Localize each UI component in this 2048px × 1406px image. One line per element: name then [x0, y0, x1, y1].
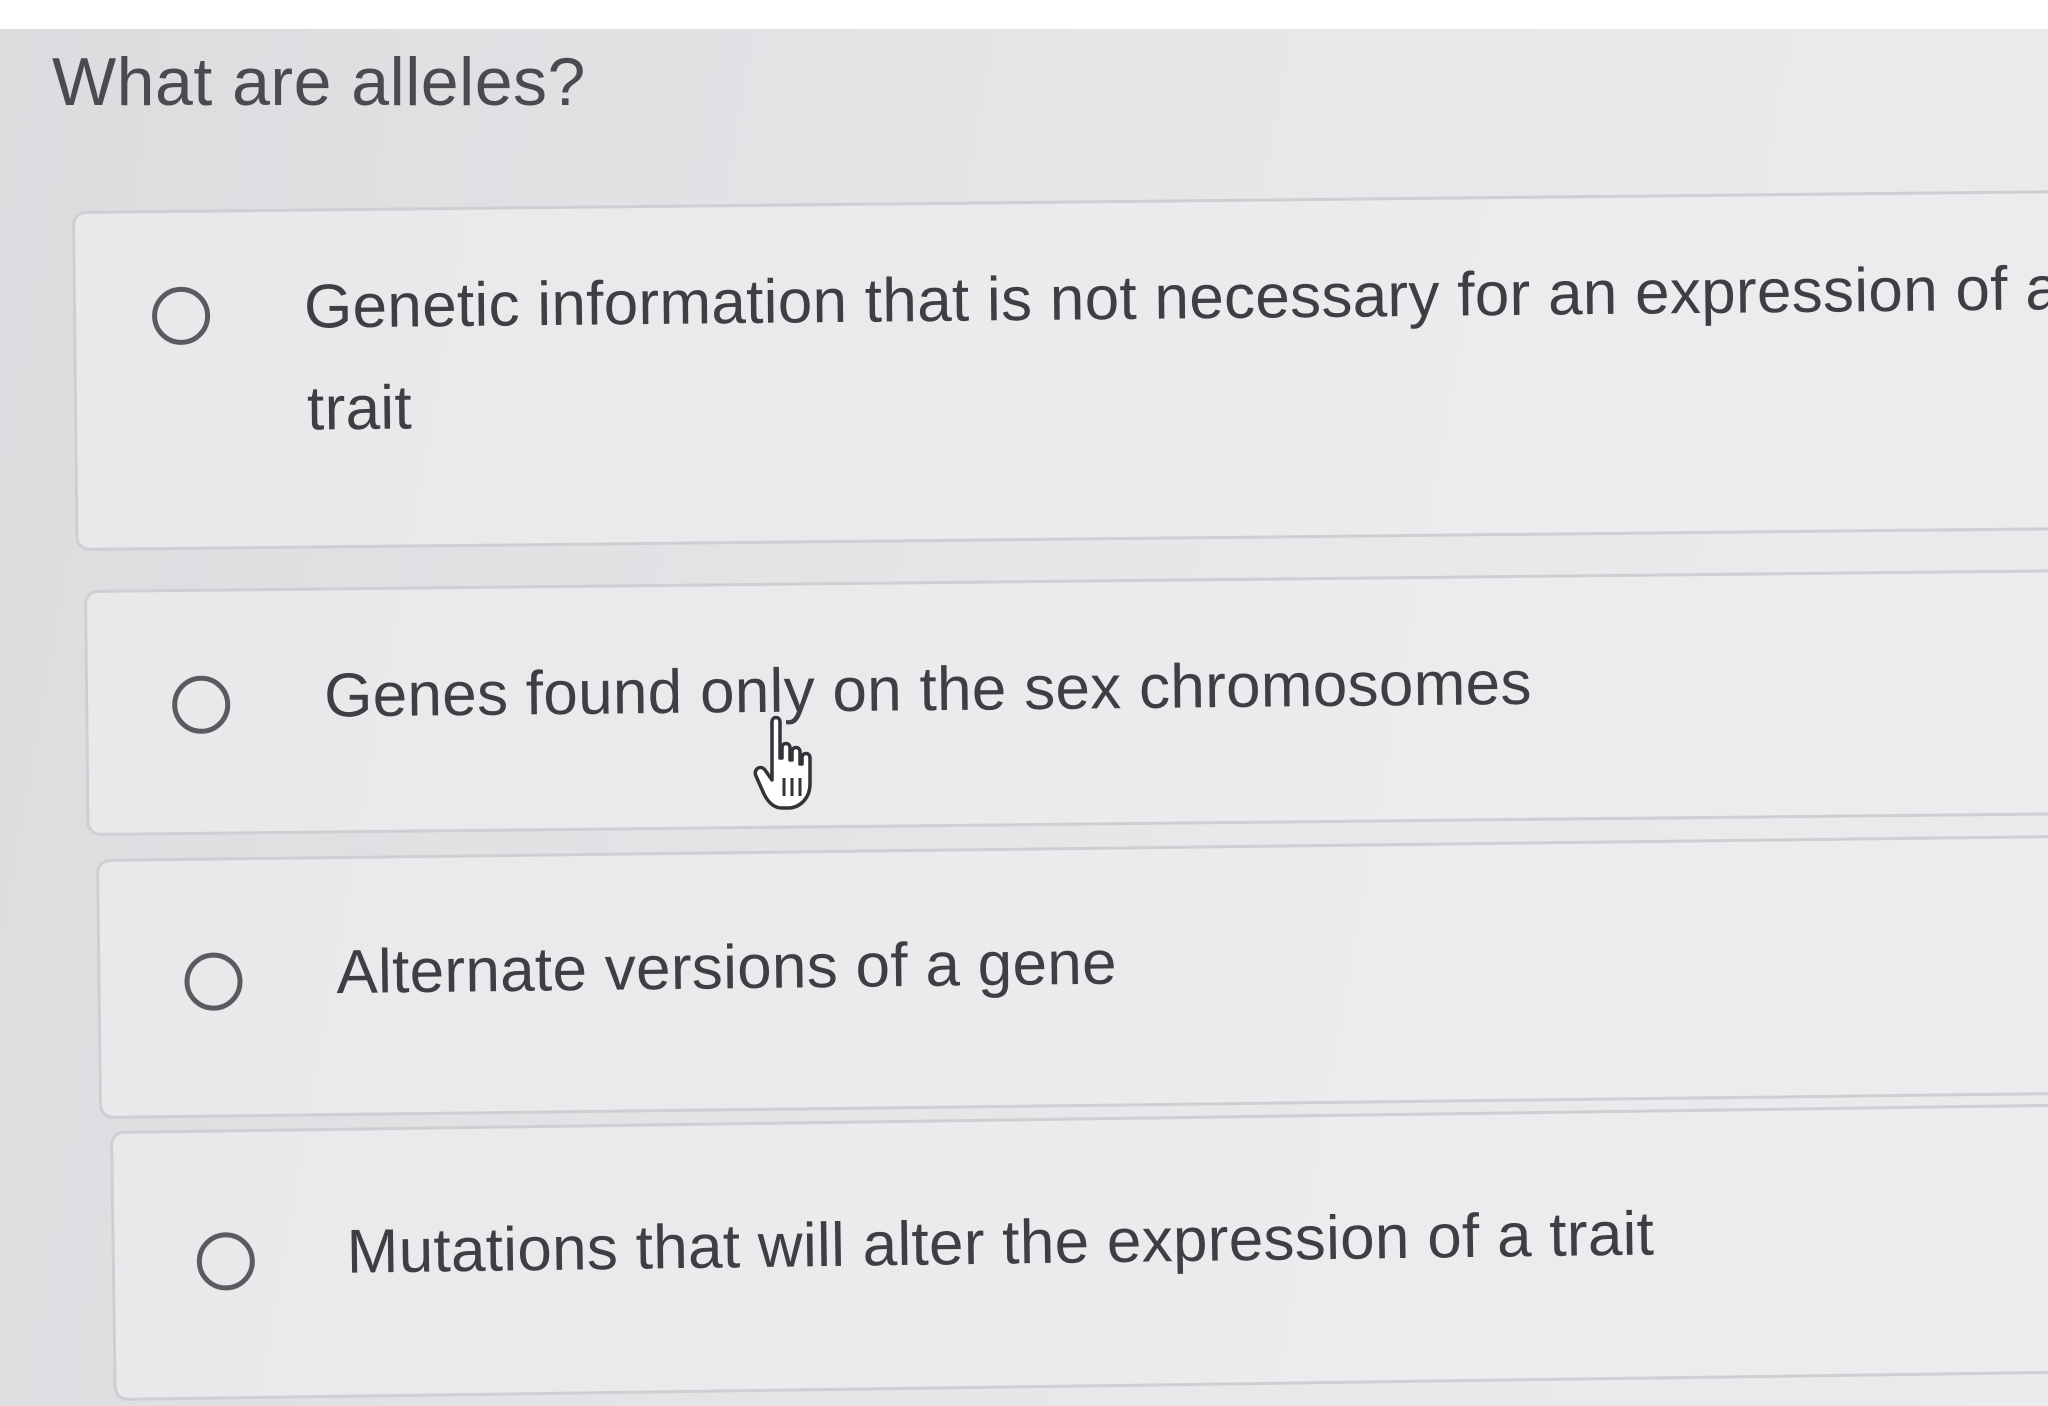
answer-option-label: Alternate versions of a gene [335, 928, 1118, 1008]
answer-option-1[interactable]: Genetic information that is not necessar… [72, 190, 2048, 551]
radio-button[interactable] [184, 952, 243, 1011]
answer-option-label: Genes found only on the sex chromosomes [323, 648, 1533, 731]
answer-option-4[interactable]: Mutations that will alter the expression… [110, 1103, 2048, 1401]
answer-option-3[interactable]: Alternate versions of a gene [96, 834, 2048, 1119]
question-title: What are alleles? [52, 44, 586, 120]
radio-button[interactable] [196, 1231, 256, 1291]
radio-button[interactable] [171, 675, 231, 735]
radio-button[interactable] [151, 286, 211, 346]
answer-option-label: Genetic information that is not necessar… [303, 254, 2048, 342]
hand-pointer-icon [753, 715, 812, 810]
answer-option-2[interactable]: Genes found only on the sex chromosomes [84, 569, 2048, 836]
answer-option-label-continued: trait [306, 373, 413, 444]
quiz-screen: What are alleles? Genetic information th… [0, 29, 2048, 1406]
answer-option-label: Mutations that will alter the expression… [346, 1199, 1655, 1287]
